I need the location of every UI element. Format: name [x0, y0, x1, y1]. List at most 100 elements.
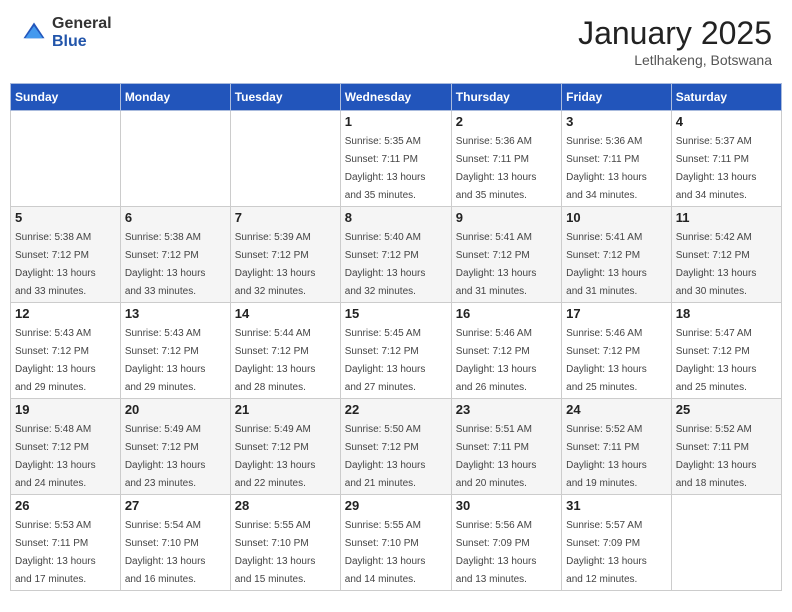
- day-info: Sunrise: 5:38 AM Sunset: 7:12 PM Dayligh…: [15, 232, 96, 297]
- weekday-header-monday: Monday: [120, 84, 230, 111]
- calendar-cell: 30Sunrise: 5:56 AM Sunset: 7:09 PM Dayli…: [451, 495, 561, 591]
- day-info: Sunrise: 5:46 AM Sunset: 7:12 PM Dayligh…: [456, 328, 537, 393]
- day-number: 10: [566, 210, 667, 225]
- calendar-cell: 14Sunrise: 5:44 AM Sunset: 7:12 PM Dayli…: [230, 303, 340, 399]
- location: Letlhakeng, Botswana: [578, 52, 772, 68]
- calendar-cell: 15 Sunrise: 5:45 AM Sunset: 7:12 PM Dayli…: [340, 303, 451, 399]
- day-info: Sunrise: 5:43 AM Sunset: 7:12 PM Dayligh…: [125, 328, 206, 393]
- logo-icon: [20, 19, 48, 47]
- page-header: General Blue January 2025 Letlhakeng, Bo…: [10, 10, 782, 73]
- day-number: 24: [566, 402, 667, 417]
- calendar-cell: 2 Sunrise: 5:36 AM Sunset: 7:11 PM Daylig…: [451, 111, 561, 207]
- calendar-cell: [11, 111, 121, 207]
- day-info: Sunrise: 5:52 AM Sunset: 7:11 PM Dayligh…: [676, 424, 757, 489]
- day-info: Sunrise: 5:36 AM Sunset: 7:11 PM Dayligh…: [456, 136, 537, 201]
- day-number: 4: [676, 114, 777, 129]
- day-number: 21: [235, 402, 336, 417]
- day-info: Sunrise: 5:38 AM Sunset: 7:12 PM Dayligh…: [125, 232, 206, 297]
- calendar-cell: 25 Sunrise: 5:52 AM Sunset: 7:11 PM Dayli…: [671, 399, 781, 495]
- day-number: 8: [345, 210, 447, 225]
- day-number: 7: [235, 210, 336, 225]
- calendar-cell: 31 Sunrise: 5:57 AM Sunset: 7:09 PM Dayli…: [562, 495, 672, 591]
- week-row-3: 12 Sunrise: 5:43 AM Sunset: 7:12 PM Dayli…: [11, 303, 782, 399]
- week-row-4: 19 Sunrise: 5:48 AM Sunset: 7:12 PM Dayli…: [11, 399, 782, 495]
- day-number: 31: [566, 498, 667, 513]
- calendar-cell: 10 Sunrise: 5:41 AM Sunset: 7:12 PM Dayli…: [562, 207, 672, 303]
- day-number: 13: [125, 306, 226, 321]
- calendar-cell: 5Sunrise: 5:38 AM Sunset: 7:12 PM Daylig…: [11, 207, 121, 303]
- calendar-cell: 7Sunrise: 5:39 AM Sunset: 7:12 PM Daylig…: [230, 207, 340, 303]
- day-info: Sunrise: 5:45 AM Sunset: 7:12 PM Dayligh…: [345, 328, 426, 393]
- calendar-cell: 1Sunrise: 5:35 AM Sunset: 7:11 PM Daylig…: [340, 111, 451, 207]
- day-number: 27: [125, 498, 226, 513]
- calendar-cell: 9Sunrise: 5:41 AM Sunset: 7:12 PM Daylig…: [451, 207, 561, 303]
- calendar-cell: [230, 111, 340, 207]
- day-info: Sunrise: 5:43 AM Sunset: 7:12 PM Dayligh…: [15, 328, 96, 393]
- logo-blue-text: Blue: [52, 33, 112, 51]
- logo-general-text: General: [52, 15, 112, 33]
- day-info: Sunrise: 5:47 AM Sunset: 7:12 PM Dayligh…: [676, 328, 757, 393]
- day-number: 20: [125, 402, 226, 417]
- week-row-2: 5Sunrise: 5:38 AM Sunset: 7:12 PM Daylig…: [11, 207, 782, 303]
- day-info: Sunrise: 5:53 AM Sunset: 7:11 PM Dayligh…: [15, 520, 96, 585]
- day-info: Sunrise: 5:35 AM Sunset: 7:11 PM Dayligh…: [345, 136, 426, 201]
- day-number: 15: [345, 306, 447, 321]
- calendar-cell: 3 Sunrise: 5:36 AM Sunset: 7:11 PM Daylig…: [562, 111, 672, 207]
- logo-text: General Blue: [52, 15, 112, 50]
- week-row-1: 1Sunrise: 5:35 AM Sunset: 7:11 PM Daylig…: [11, 111, 782, 207]
- day-number: 3: [566, 114, 667, 129]
- week-row-5: 26Sunrise: 5:53 AM Sunset: 7:11 PM Dayli…: [11, 495, 782, 591]
- weekday-header-friday: Friday: [562, 84, 672, 111]
- day-number: 12: [15, 306, 116, 321]
- day-number: 14: [235, 306, 336, 321]
- day-info: Sunrise: 5:57 AM Sunset: 7:09 PM Dayligh…: [566, 520, 647, 585]
- day-info: Sunrise: 5:42 AM Sunset: 7:12 PM Dayligh…: [676, 232, 757, 297]
- calendar-cell: 21 Sunrise: 5:49 AM Sunset: 7:12 PM Dayli…: [230, 399, 340, 495]
- calendar-cell: 29 Sunrise: 5:55 AM Sunset: 7:10 PM Dayli…: [340, 495, 451, 591]
- day-number: 19: [15, 402, 116, 417]
- day-number: 28: [235, 498, 336, 513]
- calendar-cell: 28Sunrise: 5:55 AM Sunset: 7:10 PM Dayli…: [230, 495, 340, 591]
- day-info: Sunrise: 5:55 AM Sunset: 7:10 PM Dayligh…: [345, 520, 426, 585]
- day-number: 23: [456, 402, 557, 417]
- calendar-table: SundayMondayTuesdayWednesdayThursdayFrid…: [10, 83, 782, 591]
- day-number: 17: [566, 306, 667, 321]
- calendar-cell: 27 Sunrise: 5:54 AM Sunset: 7:10 PM Dayli…: [120, 495, 230, 591]
- calendar-cell: 17 Sunrise: 5:46 AM Sunset: 7:12 PM Dayli…: [562, 303, 672, 399]
- weekday-header-sunday: Sunday: [11, 84, 121, 111]
- calendar-cell: 8Sunrise: 5:40 AM Sunset: 7:12 PM Daylig…: [340, 207, 451, 303]
- day-number: 2: [456, 114, 557, 129]
- day-info: Sunrise: 5:37 AM Sunset: 7:11 PM Dayligh…: [676, 136, 757, 201]
- calendar-cell: 12 Sunrise: 5:43 AM Sunset: 7:12 PM Dayli…: [11, 303, 121, 399]
- day-number: 22: [345, 402, 447, 417]
- day-info: Sunrise: 5:46 AM Sunset: 7:12 PM Dayligh…: [566, 328, 647, 393]
- calendar-cell: 6Sunrise: 5:38 AM Sunset: 7:12 PM Daylig…: [120, 207, 230, 303]
- day-info: Sunrise: 5:50 AM Sunset: 7:12 PM Dayligh…: [345, 424, 426, 489]
- day-number: 25: [676, 402, 777, 417]
- logo: General Blue: [20, 15, 112, 50]
- calendar-cell: 26Sunrise: 5:53 AM Sunset: 7:11 PM Dayli…: [11, 495, 121, 591]
- day-info: Sunrise: 5:49 AM Sunset: 7:12 PM Dayligh…: [235, 424, 316, 489]
- calendar-cell: 23Sunrise: 5:51 AM Sunset: 7:11 PM Dayli…: [451, 399, 561, 495]
- day-info: Sunrise: 5:48 AM Sunset: 7:12 PM Dayligh…: [15, 424, 96, 489]
- day-number: 16: [456, 306, 557, 321]
- weekday-header-tuesday: Tuesday: [230, 84, 340, 111]
- weekday-header-wednesday: Wednesday: [340, 84, 451, 111]
- weekday-header-saturday: Saturday: [671, 84, 781, 111]
- day-info: Sunrise: 5:41 AM Sunset: 7:12 PM Dayligh…: [566, 232, 647, 297]
- day-number: 11: [676, 210, 777, 225]
- calendar-cell: 16 Sunrise: 5:46 AM Sunset: 7:12 PM Dayli…: [451, 303, 561, 399]
- day-info: Sunrise: 5:56 AM Sunset: 7:09 PM Dayligh…: [456, 520, 537, 585]
- calendar-cell: [120, 111, 230, 207]
- calendar-cell: 20Sunrise: 5:49 AM Sunset: 7:12 PM Dayli…: [120, 399, 230, 495]
- title-block: January 2025 Letlhakeng, Botswana: [578, 15, 772, 68]
- day-info: Sunrise: 5:36 AM Sunset: 7:11 PM Dayligh…: [566, 136, 647, 201]
- calendar-cell: 24 Sunrise: 5:52 AM Sunset: 7:11 PM Dayli…: [562, 399, 672, 495]
- calendar-cell: 18Sunrise: 5:47 AM Sunset: 7:12 PM Dayli…: [671, 303, 781, 399]
- calendar-cell: [671, 495, 781, 591]
- calendar-cell: 4 Sunrise: 5:37 AM Sunset: 7:11 PM Daylig…: [671, 111, 781, 207]
- day-number: 29: [345, 498, 447, 513]
- calendar-cell: 19 Sunrise: 5:48 AM Sunset: 7:12 PM Dayli…: [11, 399, 121, 495]
- day-info: Sunrise: 5:54 AM Sunset: 7:10 PM Dayligh…: [125, 520, 206, 585]
- day-info: Sunrise: 5:52 AM Sunset: 7:11 PM Dayligh…: [566, 424, 647, 489]
